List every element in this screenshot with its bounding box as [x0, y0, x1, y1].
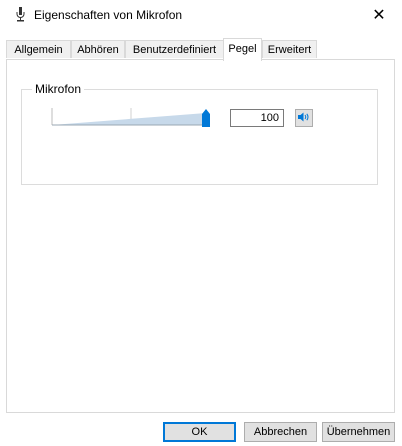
apply-button[interactable]: Übernehmen — [322, 422, 395, 442]
tab-erweitert[interactable]: Erweitert — [262, 40, 317, 58]
tab-benutzerdefiniert[interactable]: Benutzerdefiniert — [125, 40, 224, 58]
level-slider[interactable] — [50, 105, 218, 129]
level-value-field[interactable]: 100 — [230, 109, 284, 127]
group-label: Mikrofon — [32, 82, 85, 96]
mute-button[interactable] — [295, 109, 313, 127]
microphone-icon — [16, 7, 25, 22]
close-icon: ✕ — [372, 7, 386, 24]
ok-button[interactable]: OK — [163, 422, 236, 442]
title-bar: Eigenschaften von Mikrofon ✕ — [0, 0, 402, 30]
tab-panel-pegel: Mikrofon 100 — [6, 59, 395, 413]
microphone-level-group: Mikrofon 100 — [21, 82, 378, 185]
tab-strip: Allgemein Abhören Benutzerdefiniert Pege… — [6, 38, 396, 61]
tab-abhoeren[interactable]: Abhören — [71, 40, 125, 58]
tab-allgemein[interactable]: Allgemein — [6, 40, 71, 58]
speaker-icon — [298, 112, 310, 125]
cancel-button[interactable]: Abbrechen — [244, 422, 317, 442]
tab-pegel[interactable]: Pegel — [223, 38, 262, 61]
slider-thumb[interactable] — [202, 109, 210, 127]
close-button[interactable]: ✕ — [356, 0, 402, 30]
window-title: Eigenschaften von Mikrofon — [34, 8, 183, 22]
